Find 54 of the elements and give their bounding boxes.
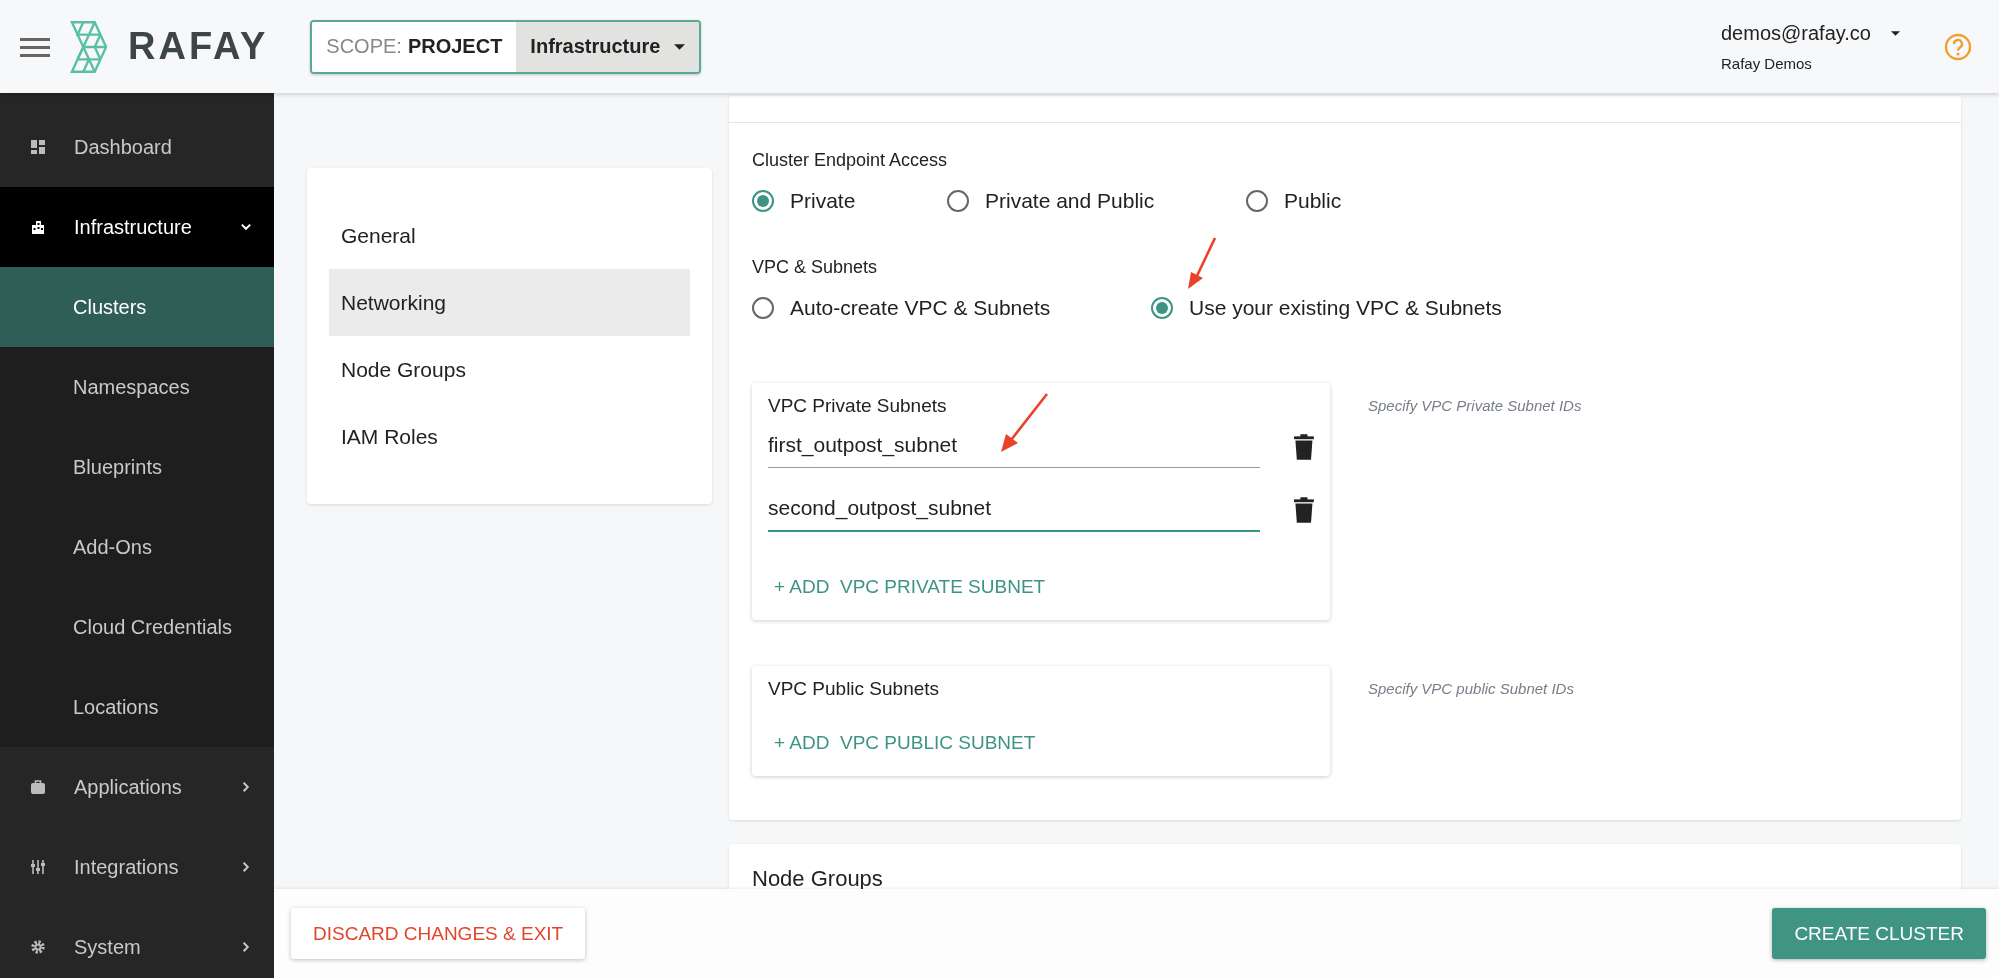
gear-icon (30, 939, 46, 955)
dashboard-icon (30, 139, 46, 155)
sidebar-subitem[interactable]: Namespaces (0, 347, 274, 427)
settings-nav-item[interactable]: IAM Roles (329, 403, 690, 470)
radio-button[interactable] (1151, 297, 1173, 319)
subnet-card-title: VPC Private Subnets (768, 395, 948, 417)
settings-nav-item[interactable]: Node Groups (329, 336, 690, 403)
group-label: VPC & Subnets (752, 257, 879, 278)
subnet-input[interactable]: first_outpost_subnet (768, 425, 1261, 468)
subnet-card-title: VPC Public Subnets (768, 678, 941, 700)
sidebar-item[interactable]: System (0, 907, 274, 978)
sidebar-item[interactable]: Integrations (0, 827, 274, 907)
sidebar-item[interactable]: Dashboard (0, 107, 274, 187)
logo-text: RAFAY (128, 25, 269, 68)
settings-nav-item[interactable]: Networking (329, 269, 690, 336)
user-email[interactable]: demos@rafay.co (1721, 21, 1871, 45)
radio-button[interactable] (1246, 190, 1268, 212)
add-subnet-link[interactable]: + ADD VPC PUBLIC SUBNET (768, 722, 1042, 764)
sliders-icon (30, 859, 46, 875)
trash-icon[interactable] (1294, 497, 1314, 523)
sidebar-item[interactable]: Applications (0, 747, 274, 827)
trash-icon[interactable] (1294, 433, 1314, 460)
building-icon (30, 219, 46, 235)
sidebar-subitem[interactable]: Locations (0, 667, 274, 747)
radio-button[interactable] (752, 190, 774, 212)
annotation-arrow (1185, 236, 1219, 292)
menu-icon[interactable] (20, 36, 50, 57)
radio-option[interactable]: Private and Public (947, 189, 1246, 213)
radio-option[interactable]: Public (1246, 189, 1938, 213)
radio-option[interactable]: Private (752, 189, 947, 213)
triangle-lattice-icon (70, 19, 108, 74)
create-cluster-button[interactable]: CREATE CLUSTER (1772, 908, 1986, 959)
radio-option[interactable]: Auto-create VPC & Subnets (752, 296, 1151, 320)
caret-icon[interactable] (1891, 30, 1900, 36)
scope-selector[interactable]: SCOPE: PROJECT Infrastructure (310, 19, 702, 74)
subnet-input[interactable]: second_outpost_subnet (768, 488, 1261, 532)
section-title: Node Groups (752, 866, 884, 892)
sidebar-subitem[interactable]: Blueprints (0, 427, 274, 507)
radio-option[interactable]: Use your existing VPC & Subnets (1151, 296, 1938, 320)
sidebar-subitem[interactable]: Add-Ons (0, 507, 274, 587)
sidebar-item[interactable]: Infrastructure (0, 187, 274, 267)
caret-icon (674, 43, 686, 50)
radio-button[interactable] (947, 190, 969, 212)
organization-name: Rafay Demos (1721, 54, 1813, 72)
add-subnet-link[interactable]: + ADD VPC PRIVATE SUBNET (768, 566, 1052, 608)
hint-text: Specify VPC public Subnet IDs (1368, 680, 1574, 697)
hint-text: Specify VPC Private Subnet IDs (1368, 397, 1582, 414)
group-label: Cluster Endpoint Access (752, 150, 949, 171)
discard-button[interactable]: DISCARD CHANGES & EXIT (291, 908, 586, 959)
settings-nav-item[interactable]: General (329, 202, 690, 269)
radio-button[interactable] (752, 297, 774, 319)
sidebar-subitem[interactable]: Cloud Credentials (0, 587, 274, 667)
briefcase-icon (30, 779, 46, 795)
sidebar-subitem[interactable]: Clusters (0, 267, 274, 347)
